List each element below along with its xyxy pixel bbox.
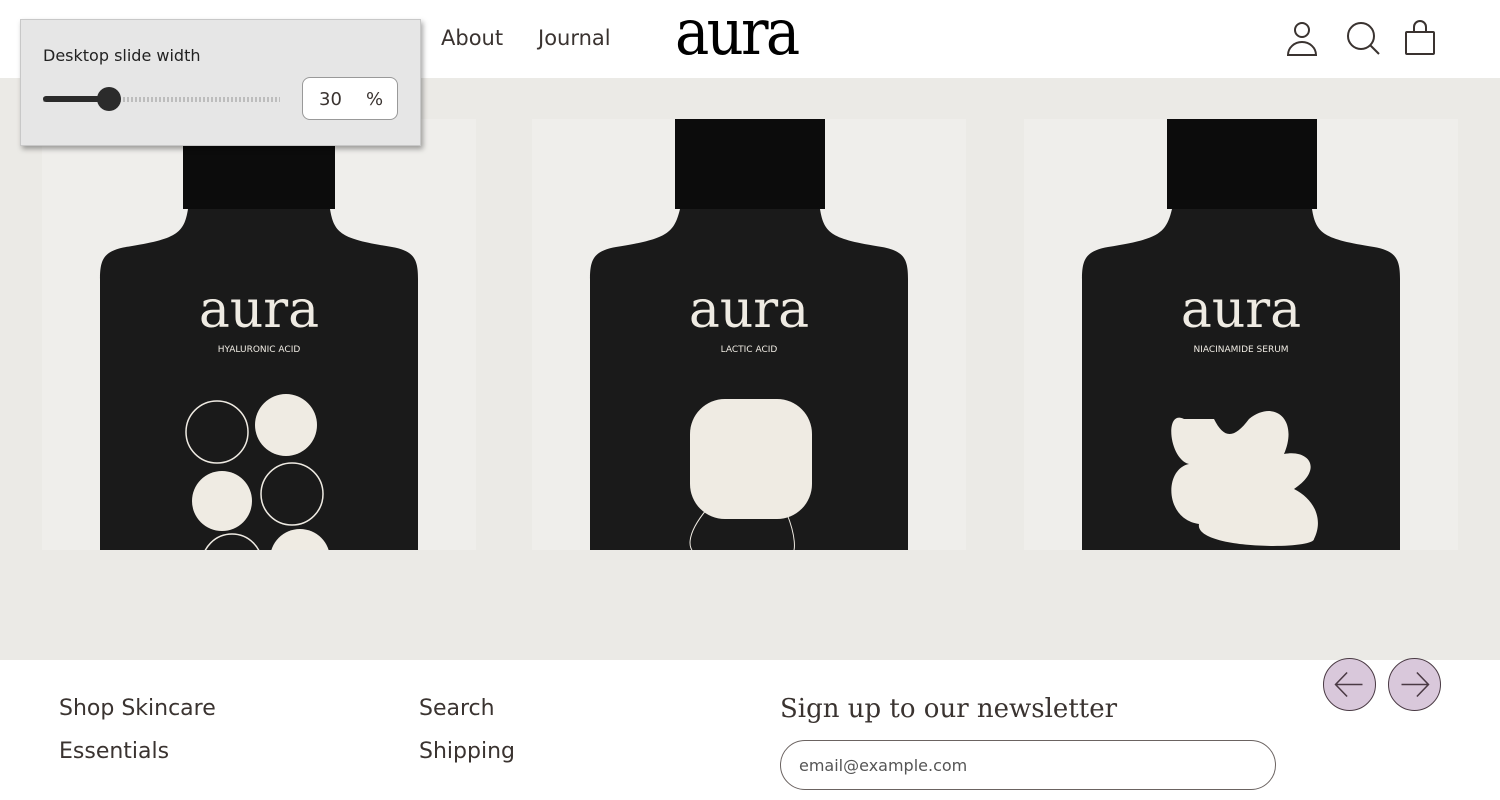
- account-icon[interactable]: [1282, 18, 1322, 58]
- slide-width-input[interactable]: 30 %: [302, 77, 398, 120]
- slide-width-value: 30: [319, 89, 342, 110]
- footer-link-shop-skincare[interactable]: Shop Skincare: [59, 696, 216, 721]
- nav-about[interactable]: About: [441, 26, 503, 50]
- newsletter-title: Sign up to our newsletter: [780, 694, 1118, 724]
- product-carousel: aura HYALURONIC ACID aura LACTIC ACID au…: [0, 78, 1500, 711]
- footer-link-search[interactable]: Search: [419, 696, 495, 721]
- slide-width-label: Desktop slide width: [43, 46, 201, 65]
- arrow-left-icon: [1334, 671, 1363, 698]
- slide-2[interactable]: aura LACTIC ACID: [532, 119, 966, 550]
- search-icon[interactable]: [1343, 18, 1383, 58]
- slider-thumb[interactable]: [97, 87, 121, 111]
- slide-width-panel: Desktop slide width 30 %: [20, 19, 421, 146]
- bottle-brand: aura: [689, 280, 809, 340]
- bottle-product: NIACINAMIDE SERUM: [1193, 345, 1288, 355]
- logo[interactable]: aura: [675, 0, 800, 70]
- bottle-product: HYALURONIC ACID: [218, 345, 301, 355]
- bottle-brand: aura: [199, 280, 319, 340]
- newsletter-email-input[interactable]: [780, 740, 1276, 790]
- cart-icon[interactable]: [1401, 18, 1441, 58]
- footer-link-shipping[interactable]: Shipping: [419, 739, 515, 764]
- slide-1[interactable]: aura HYALURONIC ACID: [42, 119, 476, 550]
- arrow-right-icon: [1401, 671, 1430, 698]
- bottle-product: LACTIC ACID: [721, 345, 778, 355]
- slide-width-unit: %: [366, 89, 384, 110]
- bottle-brand: aura: [1181, 280, 1301, 340]
- nav-journal[interactable]: Journal: [538, 26, 611, 50]
- prev-slide-button[interactable]: [1323, 658, 1376, 711]
- slide-3[interactable]: aura NIACINAMIDE SERUM: [1024, 119, 1458, 550]
- footer-link-essentials[interactable]: Essentials: [59, 739, 169, 764]
- next-slide-button[interactable]: [1388, 658, 1441, 711]
